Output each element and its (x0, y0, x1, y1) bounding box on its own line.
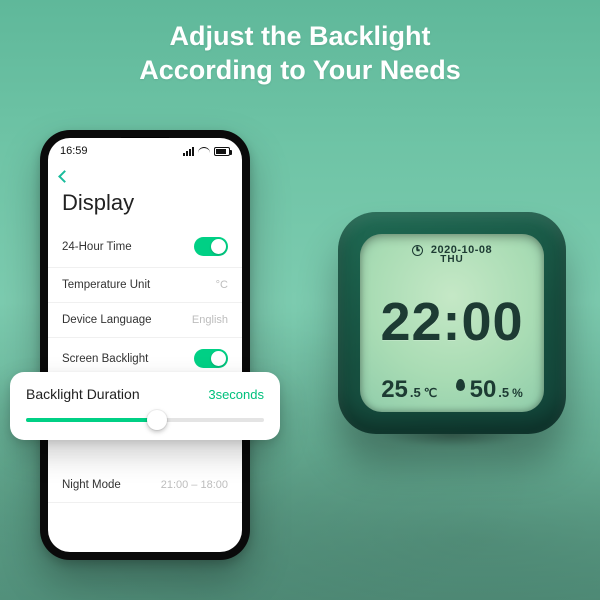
row-value: °C (216, 279, 228, 291)
alarm-icon (412, 245, 423, 256)
wifi-icon (198, 147, 210, 156)
status-time: 16:59 (60, 145, 88, 157)
row-label: Screen Backlight (62, 353, 148, 365)
row-label: Device Language (62, 314, 152, 326)
row-label: 24-Hour Time (62, 241, 132, 253)
temp-unit: ℃ (424, 386, 437, 400)
backlight-duration-card: Backlight Duration 3seconds (10, 372, 280, 440)
hum-unit: % (512, 386, 523, 400)
row-temperature-unit[interactable]: Temperature Unit °C (48, 268, 242, 303)
phone-screen: 16:59 Display 24-Hour Time Temperature U… (48, 138, 242, 552)
droplet-icon (456, 379, 465, 391)
temp-dec: .5 (410, 385, 421, 400)
row-24hour-time[interactable]: 24-Hour Time (48, 226, 242, 268)
row-value: English (192, 314, 228, 326)
temperature-reading: 25 .5 ℃ (381, 376, 437, 404)
toggle-24hour[interactable] (194, 237, 228, 256)
back-button[interactable] (48, 164, 242, 188)
marketing-headline: Adjust the Backlight According to Your N… (0, 0, 600, 88)
lcd-time: 22:00 (372, 295, 532, 349)
toggle-backlight[interactable] (194, 349, 228, 368)
page-title: Display (48, 188, 242, 226)
hum-int: 50 (470, 376, 497, 404)
row-label: Temperature Unit (62, 279, 150, 291)
status-icons (183, 147, 230, 156)
humidity-reading: 50 .5 % (456, 376, 523, 404)
lcd-bottom-row: 25 .5 ℃ 50 .5 % (372, 376, 532, 404)
backlight-duration-value: 3seconds (208, 387, 264, 402)
hum-dec: .5 (498, 385, 509, 400)
slider-fill (26, 418, 157, 422)
row-device-language[interactable]: Device Language English (48, 303, 242, 338)
phone-frame: 16:59 Display 24-Hour Time Temperature U… (40, 130, 250, 560)
backlight-duration-label: Backlight Duration (26, 386, 140, 402)
status-bar: 16:59 (48, 138, 242, 164)
headline-line-1: Adjust the Backlight (0, 20, 600, 54)
lcd-day: THU (372, 254, 532, 265)
row-night-mode[interactable]: Night Mode 21:00 – 18:00 (48, 468, 242, 503)
signal-icon (183, 147, 194, 156)
chevron-left-icon (58, 170, 71, 183)
row-label: Night Mode (62, 479, 121, 491)
backlight-duration-slider[interactable] (26, 418, 264, 422)
battery-icon (214, 147, 230, 156)
row-value: 21:00 – 18:00 (161, 479, 228, 491)
temp-int: 25 (381, 376, 408, 404)
slider-thumb[interactable] (147, 410, 167, 430)
lcd-screen: 2020-10-08 THU 22:00 25 .5 ℃ 50 .5 % (360, 234, 544, 412)
headline-line-2: According to Your Needs (0, 54, 600, 88)
alarm-clock-device: 2020-10-08 THU 22:00 25 .5 ℃ 50 .5 % (338, 212, 566, 434)
